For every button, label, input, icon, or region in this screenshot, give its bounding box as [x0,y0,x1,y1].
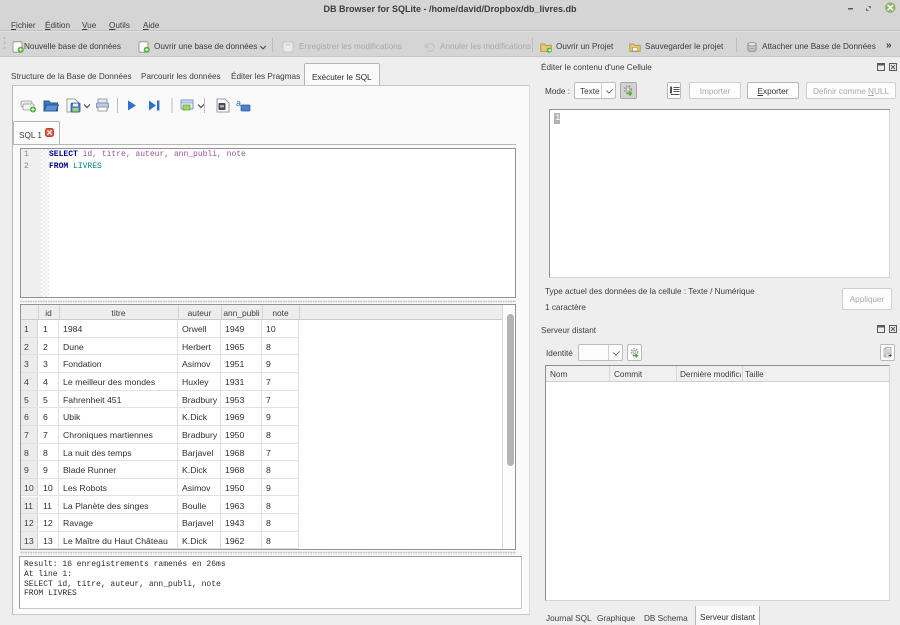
svg-text:a: a [236,98,241,108]
